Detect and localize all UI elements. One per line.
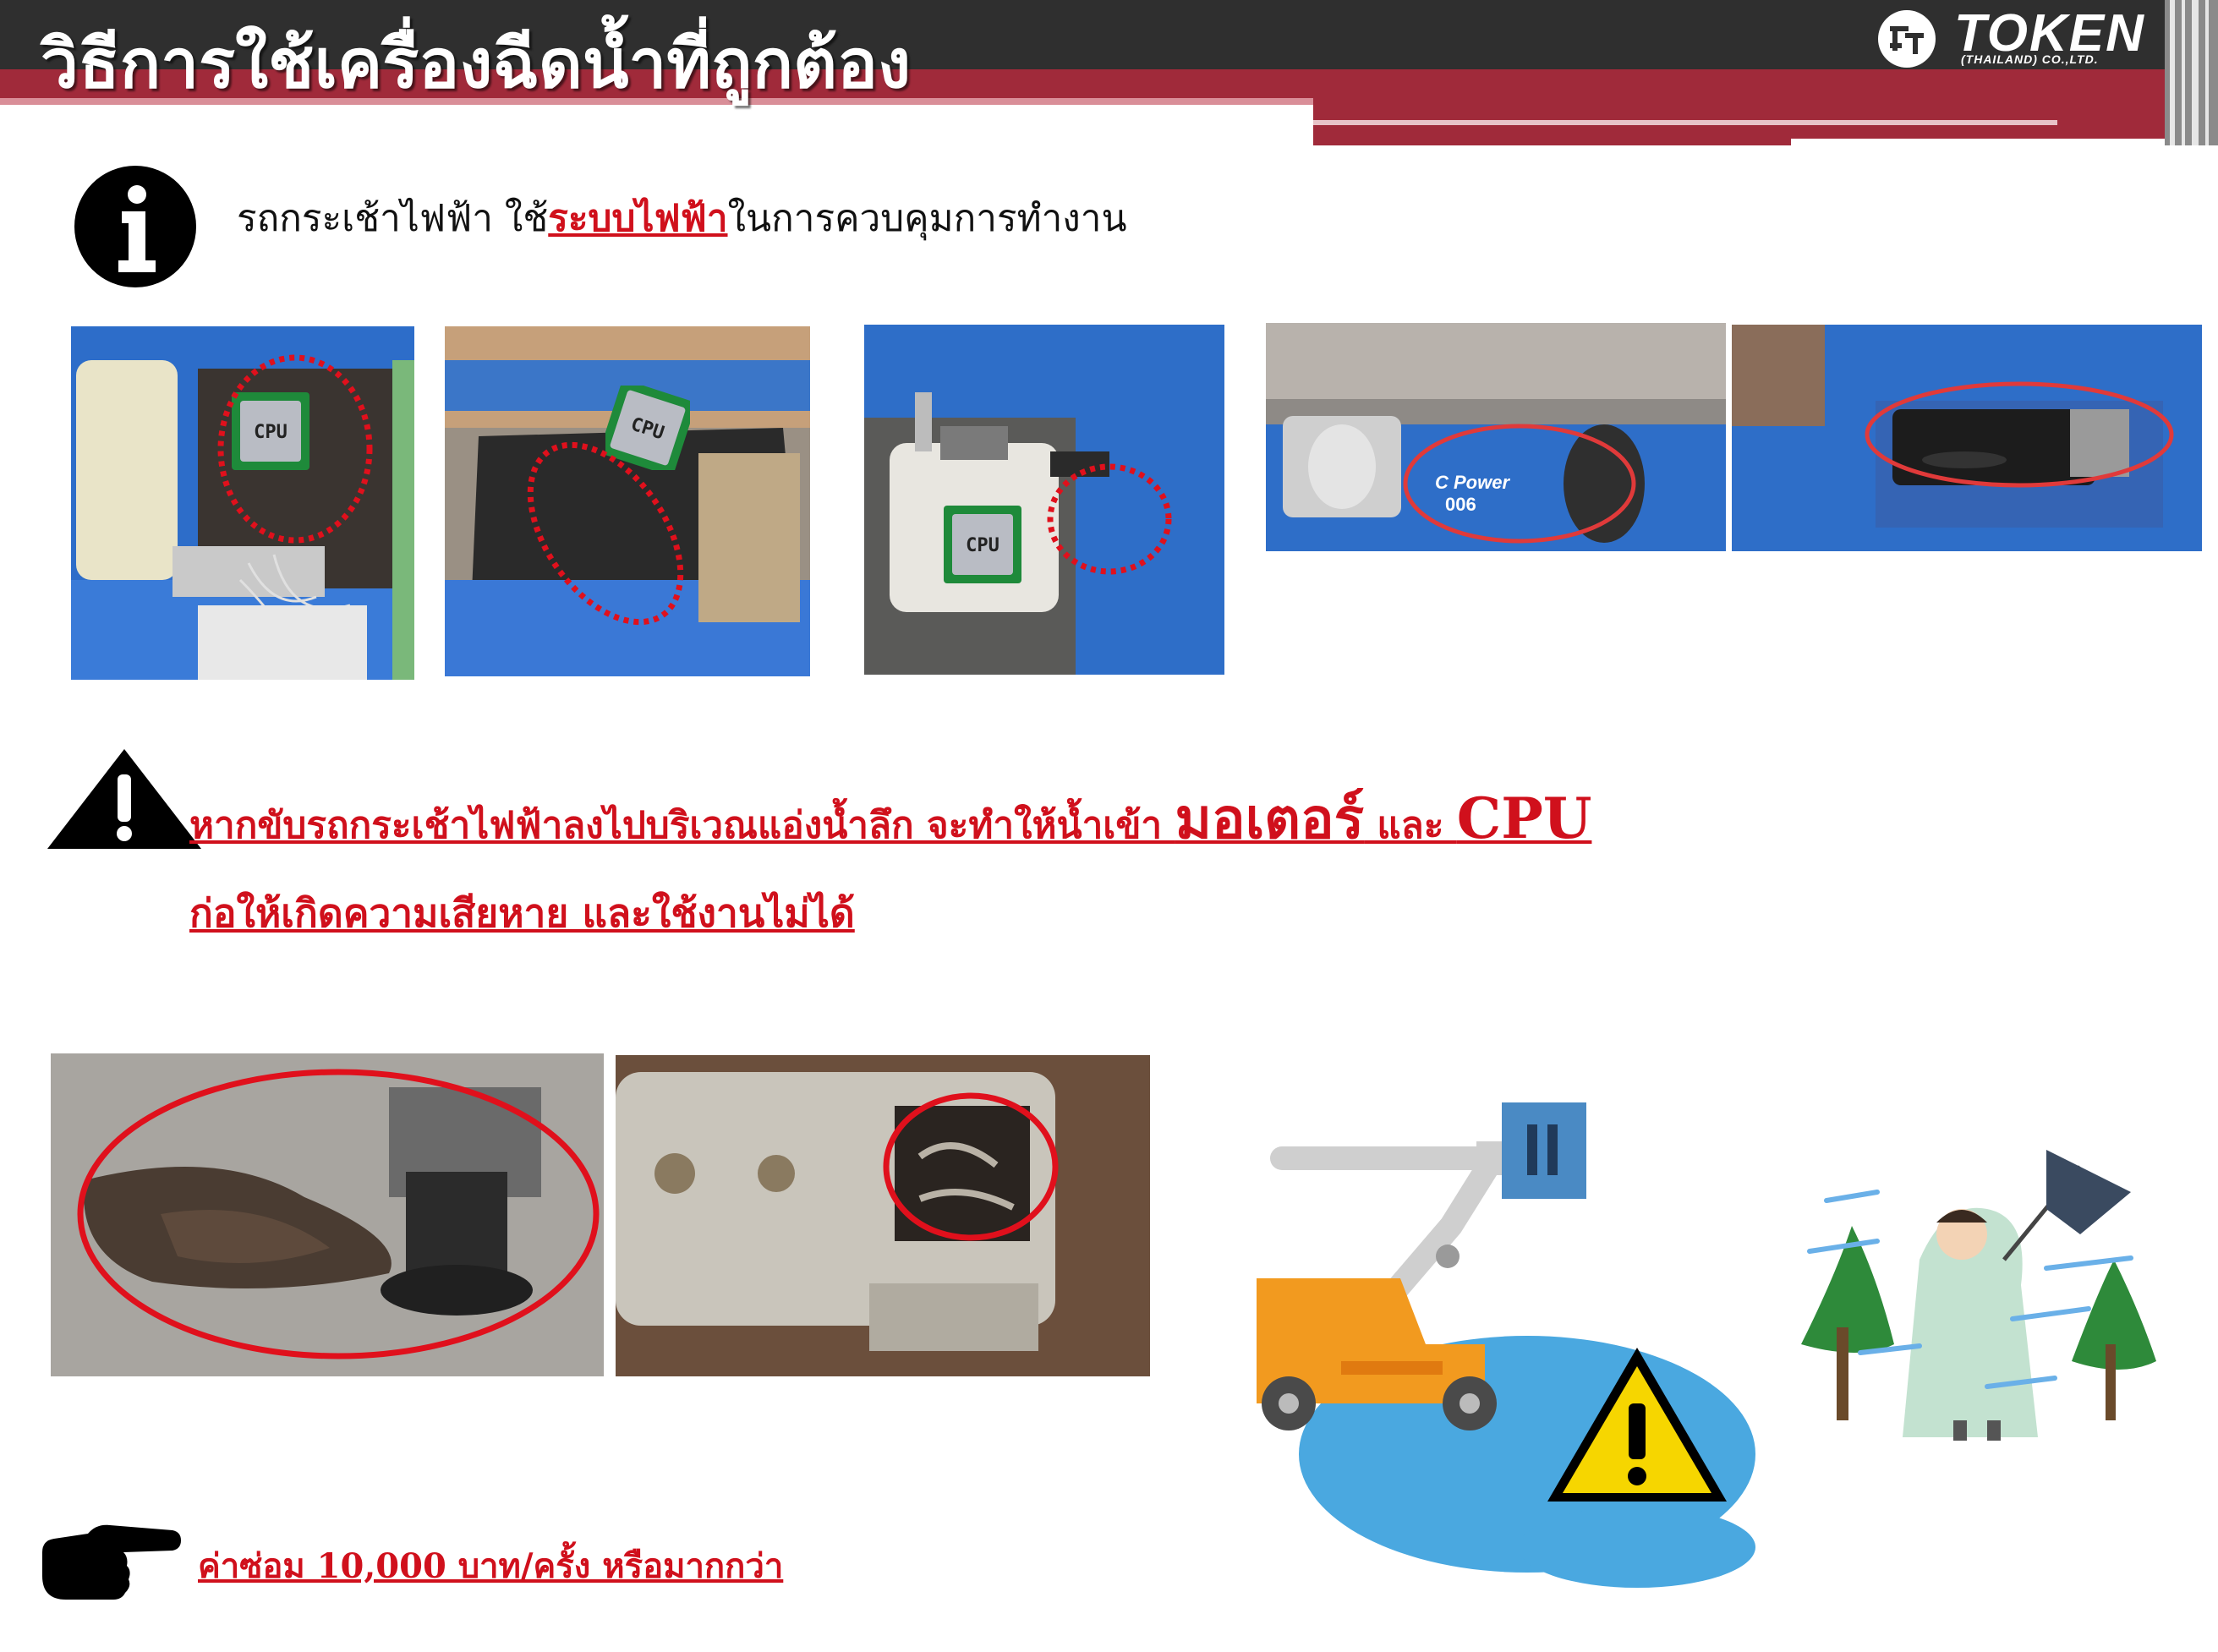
photo-motor-leak	[51, 1053, 604, 1376]
photo-control-box-cpu: CPU	[71, 326, 414, 680]
storm-person-illustration	[1801, 1150, 2156, 1441]
highlight-circle	[217, 354, 373, 544]
motor-label-1: C Power	[1435, 472, 1510, 493]
highlight-circle	[527, 441, 684, 626]
highlight-circle	[1047, 463, 1172, 575]
photo-control-panel-cpu: CPU	[445, 326, 810, 676]
lift-flood-illustration	[1257, 1102, 1755, 1588]
warning-triangle-icon	[47, 749, 201, 849]
warning-line-1: หากขับรถกระเช้าไฟฟ้าลงไปบริเวณแอ่งน้ำลึก…	[189, 785, 1591, 860]
info-text-after: ในการควบคุมการทำงาน	[727, 197, 1127, 240]
cpu-chip-icon: CPU	[944, 506, 1021, 583]
header-stripes	[2165, 0, 2218, 145]
warning-text-and: และ	[1364, 804, 1457, 847]
warning-line-2: ก่อให้เกิดความเสียหาย และใช้งานไม่ได้	[189, 890, 855, 936]
warning-text-part1: หากขับรถกระเช้าไฟฟ้าลงไปบริเวณแอ่งน้ำลึก…	[189, 804, 1175, 847]
header-accent-gap	[1791, 139, 2218, 147]
motor-label-2: 006	[1445, 494, 1476, 515]
photo-motor-2	[1732, 325, 2202, 551]
brand-subtitle: (THAILAND) CO.,LTD.	[1961, 52, 2099, 66]
cpu-chip-label: CPU	[966, 535, 999, 556]
pointing-hand-icon	[42, 1524, 181, 1600]
brand-emblem-icon	[1878, 10, 1936, 68]
repair-cost-text: ค่าซ่อม 10,000 บาท/ครั้ง หรือมากกว่า	[198, 1546, 784, 1586]
info-text: รถกระเช้าไฟฟ้า ใช้ระบบไฟฟ้าในการควบคุมกา…	[237, 189, 1127, 249]
photo-motor: C Power 006	[1266, 323, 1726, 551]
warning-text-motor: มอเตอร์	[1175, 785, 1365, 851]
page-title: วิธีการใช้เครื่องฉีดน้ำที่ถูกต้อง	[41, 24, 912, 103]
info-icon	[74, 166, 196, 287]
warning-text-cpu: CPU	[1456, 785, 1592, 851]
header-accent-line-lower	[1313, 120, 2057, 125]
info-text-before: รถกระเช้าไฟฟ้า ใช้	[237, 197, 549, 240]
brand-logo: TOKEN (THAILAND) CO.,LTD.	[1873, 4, 2152, 71]
photo-rusted-tank	[616, 1055, 1150, 1376]
photo-tank-cpu: CPU	[864, 325, 1224, 675]
info-text-highlight: ระบบไฟฟ้า	[548, 197, 728, 240]
